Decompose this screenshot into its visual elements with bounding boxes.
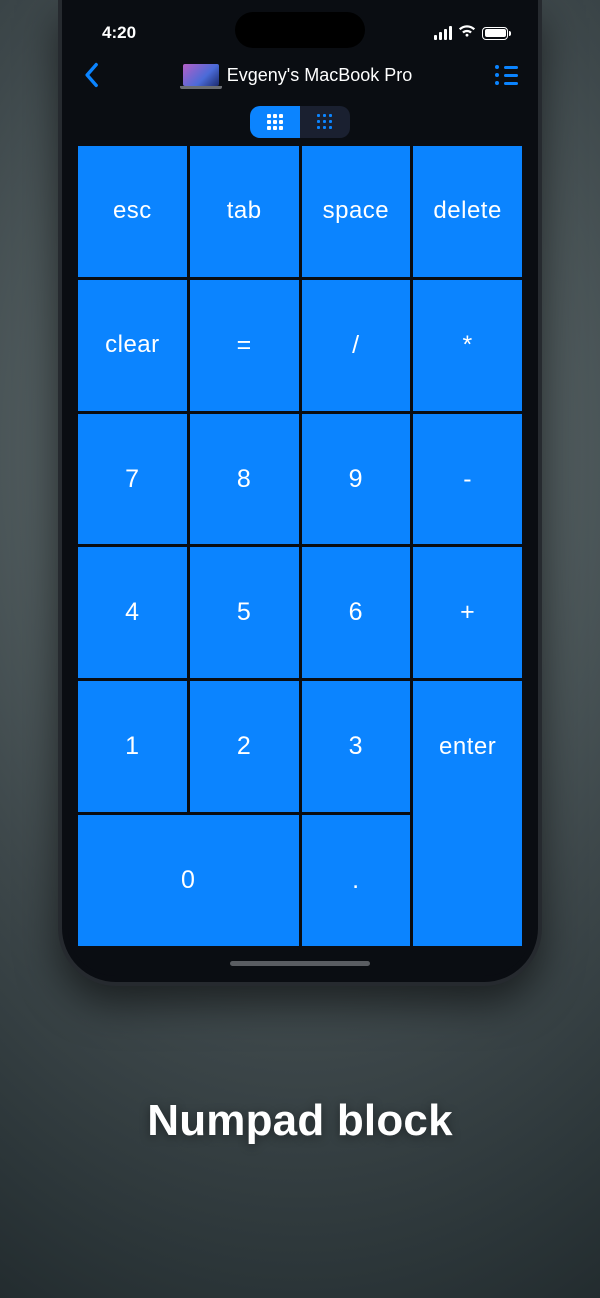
key-4[interactable]: 4	[78, 547, 187, 678]
battery-icon	[482, 27, 508, 40]
phone-frame: 4:20 Evgeny's MacBook Pro	[58, 0, 542, 986]
key-space[interactable]: space	[302, 146, 411, 277]
menu-list-button[interactable]	[495, 65, 518, 85]
mute-switch[interactable]	[58, 180, 60, 214]
nav-bar: Evgeny's MacBook Pro	[68, 52, 532, 98]
key-8[interactable]: 8	[190, 414, 299, 545]
key-dot[interactable]: .	[302, 815, 411, 946]
key-9[interactable]: 9	[302, 414, 411, 545]
key-2[interactable]: 2	[190, 681, 299, 812]
volume-up-button[interactable]	[58, 240, 60, 300]
numpad-mode-button[interactable]	[250, 106, 300, 138]
numpad-icon	[267, 114, 283, 130]
status-time: 4:20	[102, 23, 136, 43]
key-3[interactable]: 3	[302, 681, 411, 812]
home-indicator[interactable]	[230, 961, 370, 966]
power-button[interactable]	[540, 240, 542, 332]
key-delete[interactable]: delete	[413, 146, 522, 277]
alt-mode-button[interactable]	[300, 106, 350, 138]
device-thumbnail-icon	[183, 64, 219, 86]
device-title-text: Evgeny's MacBook Pro	[227, 65, 413, 86]
key-enter[interactable]: enter	[413, 681, 522, 946]
key-esc[interactable]: esc	[78, 146, 187, 277]
key-asterisk[interactable]: *	[413, 280, 522, 411]
dynamic-island	[235, 12, 365, 48]
wifi-icon	[458, 23, 476, 43]
key-6[interactable]: 6	[302, 547, 411, 678]
numpad-grid: esc tab space delete clear = / * 7 8 9 -…	[78, 146, 522, 946]
key-plus[interactable]: +	[413, 547, 522, 678]
volume-down-button[interactable]	[58, 316, 60, 376]
device-title[interactable]: Evgeny's MacBook Pro	[183, 64, 413, 86]
back-button[interactable]	[82, 62, 100, 88]
key-minus[interactable]: -	[413, 414, 522, 545]
key-0[interactable]: 0	[78, 815, 299, 946]
key-5[interactable]: 5	[190, 547, 299, 678]
key-tab[interactable]: tab	[190, 146, 299, 277]
key-1[interactable]: 1	[78, 681, 187, 812]
grid-icon	[317, 114, 333, 130]
key-equals[interactable]: =	[190, 280, 299, 411]
key-7[interactable]: 7	[78, 414, 187, 545]
layout-mode-selector	[68, 98, 532, 146]
key-clear[interactable]: clear	[78, 280, 187, 411]
cellular-icon	[434, 26, 452, 40]
key-slash[interactable]: /	[302, 280, 411, 411]
caption-text: Numpad block	[147, 1096, 453, 1146]
